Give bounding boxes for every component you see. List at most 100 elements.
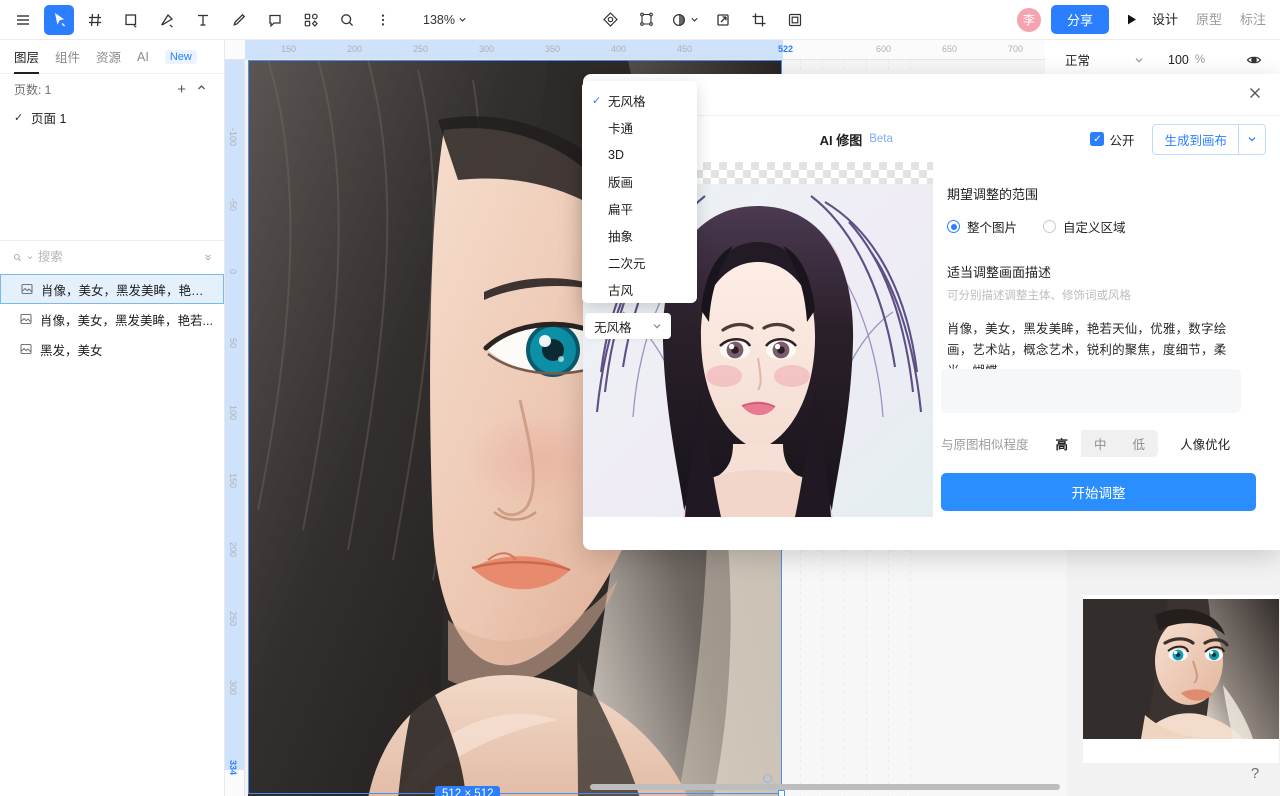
style-option-none[interactable]: ✓ 无风格 xyxy=(582,87,697,114)
tab-ai[interactable]: AI xyxy=(137,40,149,74)
pencil-tool[interactable] xyxy=(224,5,254,35)
close-icon[interactable] xyxy=(1244,82,1266,107)
style-option-printmaking[interactable]: 版画 xyxy=(582,168,697,195)
tab-annotation[interactable]: 标注 xyxy=(1240,9,1266,30)
similarity-row: 与原图相似程度 高 中 低 人像优化 xyxy=(941,430,1261,457)
pen-tool[interactable] xyxy=(152,5,182,35)
more-tool[interactable] xyxy=(368,5,398,35)
top-toolbar: 138% 李 分享 设计 原型 标注 xyxy=(0,0,1280,40)
radio-selected-icon xyxy=(947,220,960,233)
list-item-label: 肖像，美女，黑发美眸，艳若... xyxy=(41,283,213,298)
avatar[interactable]: 李 xyxy=(1016,7,1041,32)
vertical-ruler[interactable]: -100 -50 0 50 100 150 200 250 300 334 xyxy=(225,60,245,796)
start-adjust-button[interactable]: 开始调整 xyxy=(941,473,1256,511)
double-chevron-icon[interactable] xyxy=(204,251,212,263)
opacity-value: 100 xyxy=(1168,52,1189,67)
list-item[interactable]: 肖像，美女，黑发美眸，艳若... xyxy=(0,274,224,304)
style-option-label: 版画 xyxy=(608,176,634,190)
description-hint: 可分别描述调整主体、修饰词或风格 xyxy=(947,290,1131,302)
ruler-tick: -100 xyxy=(228,128,238,147)
style-option-abstract[interactable]: 抽象 xyxy=(582,222,697,249)
public-label: 公开 xyxy=(1109,133,1135,148)
question-mark-icon[interactable]: ? xyxy=(1244,762,1266,784)
new-badge: New xyxy=(164,49,197,64)
share-button[interactable]: 分享 xyxy=(1050,5,1109,34)
list-item-label: 黑发，美女 xyxy=(40,343,103,358)
checkbox-checked-icon: ✓ xyxy=(1090,132,1105,146)
portrait-optimize-button[interactable]: 人像优化 xyxy=(1180,434,1230,453)
tab-components[interactable]: 组件 xyxy=(55,40,80,74)
selection-handle-br[interactable] xyxy=(778,790,785,796)
chevron-down-icon[interactable] xyxy=(27,253,33,262)
rect-tool[interactable] xyxy=(116,5,146,35)
ruler-tick: 250 xyxy=(228,611,238,627)
hamburger-menu-icon[interactable] xyxy=(8,5,38,35)
selection-rotate-handle[interactable] xyxy=(763,774,772,783)
public-checkbox[interactable]: ✓ 公开 xyxy=(1090,130,1134,149)
cursor-tool[interactable] xyxy=(44,4,74,35)
style-select-value: 无风格 xyxy=(594,320,632,335)
range-label: 期望调整的范围 xyxy=(947,187,1039,202)
eye-icon[interactable] xyxy=(1246,52,1262,68)
blend-mode-value: 正常 xyxy=(1065,54,1091,68)
opacity-field[interactable]: 100 % xyxy=(1162,47,1211,73)
chevron-down-icon xyxy=(1135,57,1143,62)
mode-tabs: 设计 原型 标注 xyxy=(1152,9,1266,30)
mask-tool[interactable] xyxy=(596,5,626,35)
tab-design[interactable]: 设计 xyxy=(1152,9,1178,30)
comment-tool[interactable] xyxy=(260,5,290,35)
ruler-tick: 700 xyxy=(1008,44,1024,54)
blend-mode-select[interactable]: 正常 xyxy=(1057,46,1152,73)
left-panel: 图层 组件 资源 AI New 页数: 1 + ✓ 页面 1 搜索 肖像，美女，… xyxy=(0,40,225,796)
opacity-unit: % xyxy=(1194,53,1206,66)
radio-unselected-icon xyxy=(1043,220,1057,233)
tab-layers[interactable]: 图层 xyxy=(14,40,40,74)
beta-badge: Beta xyxy=(869,133,893,145)
transform-tool[interactable] xyxy=(632,5,662,35)
export-tool[interactable] xyxy=(708,5,738,35)
generate-button-group: 生成到画布 xyxy=(1152,123,1266,155)
similarity-medium[interactable]: 中 xyxy=(1081,430,1120,457)
search-input[interactable] xyxy=(37,250,199,264)
style-option-ancient[interactable]: 古风 xyxy=(582,276,697,303)
image-layer-icon xyxy=(20,313,32,325)
plus-icon[interactable]: + xyxy=(172,82,191,97)
tab-prototype[interactable]: 原型 xyxy=(1196,9,1222,30)
ruler-tick: -50 xyxy=(228,198,238,212)
thumbnail-artwork xyxy=(1083,595,1279,763)
chevron-up-icon[interactable] xyxy=(191,82,212,96)
similarity-low[interactable]: 低 xyxy=(1119,430,1159,457)
list-item[interactable]: 肖像，美女，黑发美眸，艳若... xyxy=(0,304,224,334)
prompt-input-field[interactable] xyxy=(941,369,1241,413)
text-tool[interactable] xyxy=(188,5,218,35)
horizontal-scrollbar[interactable] xyxy=(590,784,1060,790)
preview-tool[interactable] xyxy=(780,5,810,35)
style-select[interactable]: 无风格 xyxy=(585,313,671,339)
zoom-level-selector[interactable]: 138% xyxy=(417,10,473,30)
crop-tool[interactable] xyxy=(744,5,774,35)
frame-tool[interactable] xyxy=(80,5,110,35)
style-option-flat[interactable]: 扁平 xyxy=(582,195,697,222)
search-tool[interactable] xyxy=(332,5,362,35)
similarity-high[interactable]: 高 xyxy=(1043,430,1082,457)
page-item-1[interactable]: ✓ 页面 1 xyxy=(0,104,224,130)
ruler-tick: 0 xyxy=(228,269,238,275)
opacity-tool[interactable] xyxy=(668,5,702,35)
play-preview-button[interactable] xyxy=(1125,13,1138,26)
generate-to-canvas-button[interactable]: 生成到画布 xyxy=(1152,123,1239,155)
form-column: 期望调整的范围 整个图片 自定义区域 适当调整画面描述 可分别描述调整主体、修饰… xyxy=(933,162,1280,550)
thumbnail-artboard[interactable] xyxy=(1083,595,1279,763)
radio-whole-image[interactable]: 整个图片 xyxy=(947,217,1017,236)
style-option-cartoon[interactable]: 卡通 xyxy=(582,114,697,141)
component-tool[interactable] xyxy=(296,5,326,35)
chevron-down-icon[interactable] xyxy=(1239,123,1266,155)
radio-custom-area[interactable]: 自定义区域 xyxy=(1043,217,1126,236)
layer-list: 肖像，美女，黑发美眸，艳若... 肖像，美女，黑发美眸，艳若... 黑发，美女 xyxy=(0,273,224,796)
style-option-anime[interactable]: 二次元 xyxy=(582,249,697,276)
style-option-3d[interactable]: 3D xyxy=(582,141,697,168)
list-item[interactable]: 黑发，美女 xyxy=(0,334,224,364)
ruler-tick: 200 xyxy=(228,542,238,558)
tab-resources[interactable]: 资源 xyxy=(96,40,121,74)
style-option-label: 古风 xyxy=(608,284,634,298)
style-option-label: 二次元 xyxy=(608,257,646,271)
